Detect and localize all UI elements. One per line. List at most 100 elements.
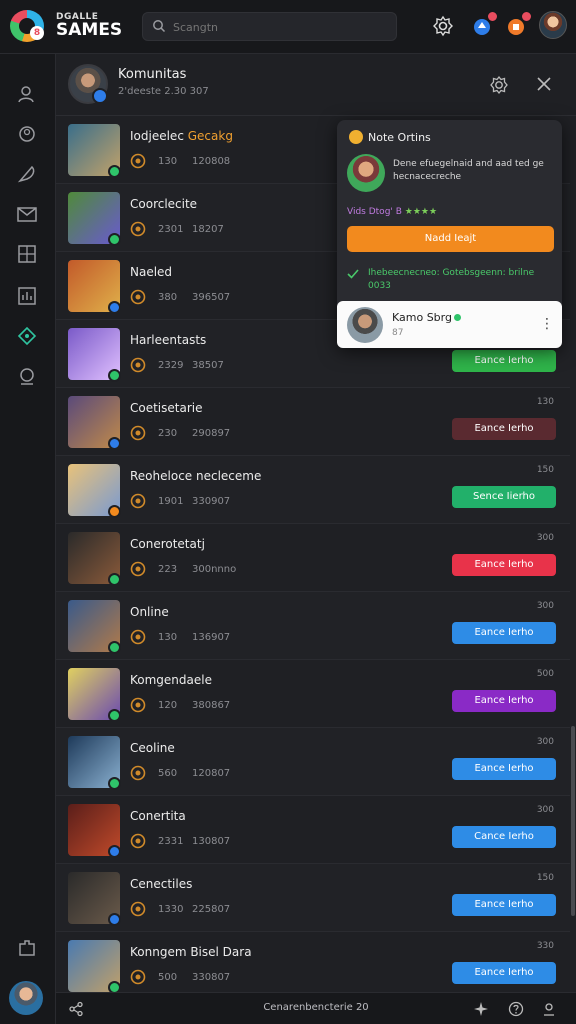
list-item[interactable]: Online 130 136907 300 Eance Ierho xyxy=(56,592,570,660)
item-title: Coorclecite xyxy=(130,197,197,211)
popup-avatar[interactable] xyxy=(347,154,385,192)
header-settings-icon[interactable] xyxy=(488,74,510,96)
item-meta-1: 223 xyxy=(158,564,178,575)
item-action-button[interactable]: Sence Iierho xyxy=(452,486,556,508)
item-meta-2: 330807 xyxy=(192,972,231,983)
sidebar xyxy=(0,54,56,1024)
item-meta-1: 2329 xyxy=(158,360,184,371)
mail-icon[interactable] xyxy=(15,202,39,226)
item-title-text: Komgendaele xyxy=(130,673,212,687)
item-meta-1: 230 xyxy=(158,428,178,439)
gift-badge xyxy=(521,11,532,22)
friends-icon[interactable] xyxy=(15,82,39,106)
item-title-text: Cenectiles xyxy=(130,877,193,891)
item-action-button[interactable]: Eance Ierho xyxy=(452,690,556,712)
coin-icon xyxy=(130,969,146,985)
item-action-button[interactable]: Eance Ierho xyxy=(452,894,556,916)
item-action-button[interactable]: Eance Ierho xyxy=(452,758,556,780)
item-count: 300 xyxy=(536,601,554,611)
item-title-text: Harleentasts xyxy=(130,333,207,347)
item-meta-1: 1330 xyxy=(158,904,184,915)
puzzle-icon[interactable] xyxy=(15,936,39,960)
item-meta-2: 396507 xyxy=(192,292,231,303)
coin-icon xyxy=(130,697,146,713)
footer: Cenarenbencterie 20 xyxy=(56,992,576,1024)
profile-icon[interactable] xyxy=(541,1001,557,1017)
profile-avatar[interactable] xyxy=(539,11,567,39)
item-meta-1: 500 xyxy=(158,972,178,983)
scrollbar-thumb[interactable] xyxy=(571,726,575,916)
item-title: Naeled xyxy=(130,265,172,279)
search-input[interactable] xyxy=(173,18,388,36)
status-badge xyxy=(108,641,121,654)
item-action-button[interactable]: Eance Ierho xyxy=(452,962,556,984)
list-item[interactable]: Konngem Bisel Dara 500 330807 330 Eance Ierh… xyxy=(56,932,570,992)
item-title: Online xyxy=(130,605,169,619)
list-item[interactable]: Komgendaele 120 380867 500 Eance Ierho xyxy=(56,660,570,728)
list-item[interactable]: Reoheloce necleceme 1901 330907 150 Sence Ii… xyxy=(56,456,570,524)
status-badge xyxy=(108,165,121,178)
item-action-button[interactable]: Eance Ierho xyxy=(452,418,556,440)
list-item[interactable]: Conerotetatj 223 300nnno 300 Eance Ierho xyxy=(56,524,570,592)
sparkle-icon[interactable] xyxy=(473,1001,489,1017)
notifications-button[interactable] xyxy=(470,11,498,38)
community-avatar[interactable] xyxy=(68,64,108,104)
coin-icon xyxy=(349,130,363,144)
status-badge xyxy=(108,505,121,518)
item-title-text: Conertita xyxy=(130,809,186,823)
item-meta-2: 38507 xyxy=(192,360,224,371)
more-options-icon[interactable]: ⋮ xyxy=(540,315,554,333)
item-title: Coetisetarie xyxy=(130,401,203,415)
close-icon[interactable] xyxy=(534,74,554,94)
logo-badge: 8 xyxy=(30,26,44,40)
item-title-text: Coorclecite xyxy=(130,197,198,211)
feather-icon[interactable] xyxy=(15,162,39,186)
list-item[interactable]: Cenectiles 1330 225807 150 Eance Ierho xyxy=(56,864,570,932)
item-meta-1: 1901 xyxy=(158,496,184,507)
footer-text: Cenarenbencterie 20 xyxy=(263,1002,369,1013)
item-title-text: Naeled xyxy=(130,265,173,279)
status-badge xyxy=(108,369,121,382)
item-title: Conertita xyxy=(130,809,186,823)
help-icon[interactable] xyxy=(508,1001,524,1017)
list-item[interactable]: Conertita 2331 130807 300 Cance Ierho xyxy=(56,796,570,864)
list-item[interactable]: Coetisetarie 230 290897 130 Eance Ierho xyxy=(56,388,570,456)
gear-icon xyxy=(433,15,453,37)
scrollbar[interactable] xyxy=(570,116,576,992)
my-avatar[interactable] xyxy=(9,981,43,1015)
online-dot xyxy=(453,314,461,321)
friend-avatar[interactable] xyxy=(347,307,383,343)
settings-button[interactable] xyxy=(431,14,455,38)
item-title-text: Reoheloce necleceme xyxy=(130,469,262,483)
item-title: Ceoline xyxy=(130,741,175,755)
search-box[interactable] xyxy=(142,12,397,41)
item-meta-1: 130 xyxy=(158,156,178,167)
item-title: Cenectiles xyxy=(130,877,192,891)
list-item[interactable]: Ceoline 560 120807 300 Eance Ierho xyxy=(56,728,570,796)
item-meta-1: 380 xyxy=(158,292,178,303)
item-action-button[interactable]: Eance Ierho xyxy=(452,622,556,644)
coin-icon xyxy=(130,833,146,849)
item-meta-2: 300nnno xyxy=(192,564,237,575)
item-action-button[interactable]: Eance Ierho xyxy=(452,350,556,372)
item-meta-1: 560 xyxy=(158,768,178,779)
item-title: Reoheloce necleceme xyxy=(130,469,261,483)
check-icon xyxy=(347,269,359,279)
tag-icon[interactable] xyxy=(15,324,39,348)
item-title: Komgendaele xyxy=(130,673,212,687)
coin-icon xyxy=(130,901,146,917)
friend-card[interactable]: Kamo Sbrg 87 ⋮ xyxy=(337,301,562,348)
brand-name: SAMES xyxy=(56,20,123,40)
gifts-button[interactable] xyxy=(504,11,532,38)
item-action-button[interactable]: Cance Ierho xyxy=(452,826,556,848)
item-title-text: Konngem Bisel Dara xyxy=(130,945,252,959)
grid-icon[interactable] xyxy=(15,242,39,266)
top-bar: 8 DGALLE SAMES xyxy=(0,0,576,54)
community-icon[interactable] xyxy=(15,122,39,146)
user-icon[interactable] xyxy=(15,364,39,388)
item-action-button[interactable]: Eance Ierho xyxy=(452,554,556,576)
stats-icon[interactable] xyxy=(15,284,39,308)
coin-icon xyxy=(130,153,146,169)
friend-subtext: 87 xyxy=(392,328,404,338)
popup-action-button[interactable]: Nadd Ieajt xyxy=(347,226,554,252)
